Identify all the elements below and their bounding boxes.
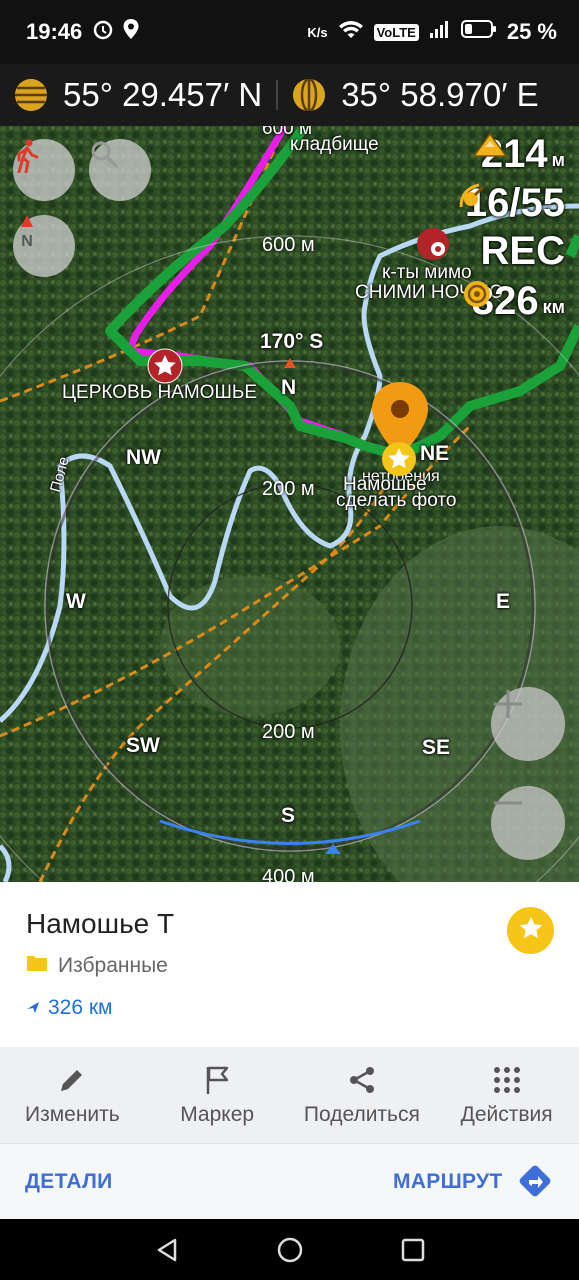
compass-nw: NW <box>126 446 161 469</box>
compass-w: W <box>66 590 86 613</box>
coordinates-bar: 55° 29.457′ N 35° 58.970′ E <box>0 64 579 126</box>
compass-n: N <box>281 376 297 399</box>
volte-badge: VoLTE <box>373 23 419 41</box>
route-link[interactable]: МАРШРУТ <box>393 1170 503 1194</box>
distance-text: 326 км <box>48 996 113 1019</box>
poi-label-note2: сделать фото <box>336 490 457 511</box>
altitude-unit: м <box>551 150 565 170</box>
hiking-profile-button[interactable] <box>13 139 75 201</box>
battery-percent: 25 % <box>506 19 557 44</box>
distance-widget[interactable]: 326 км <box>462 279 565 324</box>
latitude-value[interactable]: 55° 29.457′ N <box>63 76 262 114</box>
ring-label-400: 400 м <box>262 866 315 882</box>
direction-arrow-icon <box>26 996 40 1020</box>
folder-icon <box>26 954 48 978</box>
search-button[interactable] <box>89 139 151 201</box>
compass-sw: SW <box>126 734 160 757</box>
more-actions-button[interactable]: Действия <box>434 1047 579 1143</box>
bottom-links: ДЕТАЛИ МАРШРУТ <box>0 1143 579 1220</box>
heading-readout: 170° S <box>260 330 324 353</box>
compass-e: E <box>496 590 511 613</box>
share-icon <box>347 1063 377 1097</box>
share-label: Поделиться <box>303 1103 420 1126</box>
signal-icon <box>429 19 451 45</box>
latitude-icon <box>15 79 47 111</box>
star-icon <box>518 915 544 946</box>
flag-icon <box>203 1063 231 1097</box>
poi-label-church: ЦЕРКОВЬ НАМОШЬЕ <box>62 382 258 403</box>
favorite-distance: 326 км <box>26 996 113 1020</box>
altitude-widget[interactable]: 214 м <box>472 132 565 177</box>
battery-icon <box>460 19 497 45</box>
location-icon <box>122 18 140 46</box>
zoom-out-button[interactable] <box>491 786 565 860</box>
edit-label: Изменить <box>25 1103 120 1126</box>
share-button[interactable]: Поделиться <box>290 1047 435 1143</box>
more-actions-label: Действия <box>460 1103 553 1126</box>
marker-button[interactable]: Маркер <box>145 1047 290 1143</box>
favorite-star-button[interactable] <box>507 907 554 954</box>
wifi-icon <box>338 19 364 45</box>
ring-label-200-top: 200 м <box>262 478 315 500</box>
compass-button[interactable]: N <box>13 215 75 277</box>
recents-icon[interactable] <box>400 1237 426 1268</box>
distance-unit: км <box>542 297 565 317</box>
alarm-icon <box>92 18 114 46</box>
status-bar: 19:46 K/s VoLTE 25 % <box>0 0 579 64</box>
compass-se: SE <box>422 736 451 759</box>
back-icon[interactable] <box>154 1237 180 1268</box>
coords-divider <box>276 80 279 110</box>
marker-label: Маркер <box>180 1103 255 1126</box>
folder-name: Избранные <box>58 954 168 977</box>
recording-widget[interactable]: REC <box>481 229 565 274</box>
ring-label-200-bottom: 200 м <box>262 721 315 743</box>
longitude-icon <box>293 79 326 111</box>
net-speed: K/s <box>307 24 328 40</box>
ring-label-600: 600 м <box>262 234 315 256</box>
status-time: 19:46 <box>26 19 83 44</box>
pencil-icon <box>57 1063 87 1097</box>
satellites-widget[interactable]: 16/55 <box>457 181 565 226</box>
rec-label: REC <box>480 229 565 273</box>
map-label-cemetery: кладбище <box>290 134 379 155</box>
map-view[interactable]: 600 м кладбище 600 м к-ты мимо СНИМИ НОЧ… <box>0 126 579 882</box>
favorite-title: Намошье Т <box>26 908 175 939</box>
action-bar: Изменить Маркер Поделиться Действия <box>0 1047 579 1143</box>
system-nav-bar <box>0 1219 579 1280</box>
favorite-info-card[interactable]: Намошье Т Избранные 326 км <box>0 882 579 1047</box>
home-icon[interactable] <box>276 1236 304 1269</box>
details-link[interactable]: ДЕТАЛИ <box>25 1170 113 1194</box>
svg-text:N: N <box>21 233 33 249</box>
edit-button[interactable]: Изменить <box>0 1047 145 1143</box>
longitude-value[interactable]: 35° 58.970′ E <box>341 76 538 114</box>
compass-s: S <box>281 804 296 827</box>
route-arrow-icon[interactable] <box>518 1164 552 1203</box>
poi-label-kt: к-ты мимо <box>382 262 472 283</box>
favorite-folder[interactable]: Избранные <box>26 954 168 978</box>
grid-dots-icon <box>492 1063 522 1097</box>
zoom-in-button[interactable] <box>491 687 565 761</box>
